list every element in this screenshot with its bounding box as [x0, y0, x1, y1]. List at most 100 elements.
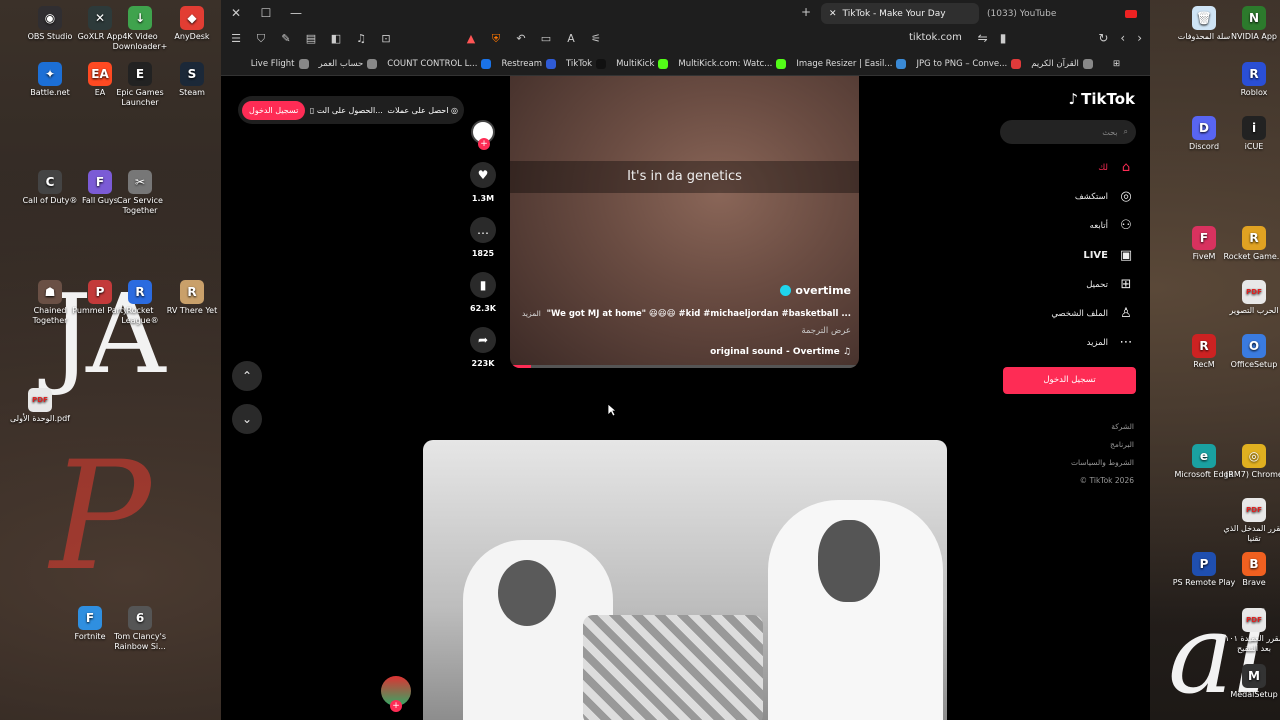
- nav-item[interactable]: لك ⌂: [1098, 160, 1134, 175]
- desktop-icon[interactable]: PDF الحرب التصوير: [1222, 280, 1280, 316]
- comment-icon[interactable]: …: [470, 217, 496, 243]
- bookmark-item[interactable]: Live Flight: [251, 58, 309, 69]
- pin-icon[interactable]: ✎: [279, 32, 293, 46]
- bookmark-item[interactable]: COUNT CONTROL L...: [387, 58, 492, 69]
- favicon-icon: [546, 58, 556, 69]
- desktop-icon[interactable]: O OfficeSetup: [1222, 334, 1280, 370]
- video-player-1[interactable]: It's in da genetics overtime المزيد "We …: [510, 76, 859, 368]
- nav-item[interactable]: الملف الشخصي ♙: [1051, 306, 1134, 321]
- footer-link[interactable]: الشروط والسياسات: [1071, 458, 1134, 467]
- next-video-icon[interactable]: ⌄: [232, 404, 262, 434]
- bookmark-item[interactable]: TikTok: [566, 58, 607, 69]
- follow-plus-icon[interactable]: +: [390, 700, 402, 712]
- screenshot-icon[interactable]: ⊡: [379, 32, 393, 46]
- bookmark-item[interactable]: JPG to PNG – Conve...: [916, 58, 1022, 69]
- apps-grid-icon[interactable]: ⊞: [1113, 59, 1120, 69]
- tab-tiktok[interactable]: ✕ TikTok - Make Your Day: [821, 3, 979, 24]
- video-progress[interactable]: [510, 365, 859, 368]
- menu-icon[interactable]: ☰: [229, 32, 243, 46]
- footer-link[interactable]: © TikTok 2026: [1080, 476, 1134, 485]
- desktop-icon[interactable]: 6 Tom Clancy's Rainbow Si...: [108, 606, 172, 652]
- nav-item[interactable]: استكشف ◎: [1075, 189, 1134, 204]
- search-placeholder: بحث: [1102, 127, 1118, 137]
- get-coins-button[interactable]: احصل على عملات ◎: [387, 106, 458, 115]
- tiktok-logo[interactable]: ♪ TikTok: [1069, 90, 1135, 108]
- search-icon[interactable]: ⌕: [1124, 127, 1128, 137]
- reload-icon[interactable]: ↻: [1098, 31, 1108, 45]
- like-icon[interactable]: ♥: [470, 162, 496, 188]
- nav-item[interactable]: أتابعه ⚇: [1090, 218, 1134, 233]
- share-count: 223K: [471, 359, 495, 368]
- brave-rewards-icon[interactable]: ▲: [464, 32, 478, 46]
- app-icon: PDF: [28, 388, 52, 412]
- translate-link[interactable]: عرض الترجمة: [801, 326, 851, 336]
- footer-link[interactable]: البرنامج: [1110, 440, 1134, 449]
- bookmark-item[interactable]: Image Resizer | Easil...: [796, 58, 907, 69]
- new-tab-icon[interactable]: +: [801, 5, 811, 19]
- close-tab-icon[interactable]: ✕: [829, 9, 837, 19]
- desktop-icon[interactable]: i iCUE: [1222, 116, 1280, 152]
- desktop-icon[interactable]: S Steam: [160, 62, 224, 98]
- desktop-icon[interactable]: M MedalSetup: [1222, 664, 1280, 700]
- video-figure: [498, 560, 556, 626]
- bookmark-item[interactable]: Restream: [501, 58, 556, 69]
- music-icon[interactable]: ♫: [354, 32, 368, 46]
- video-player-2[interactable]: [423, 440, 947, 720]
- bookmark-item[interactable]: القرآن الكريم: [1031, 58, 1093, 69]
- video-sound[interactable]: original sound - Overtime ♫: [710, 347, 851, 357]
- desktop-icon[interactable]: R RV There Yet: [160, 280, 224, 316]
- favicon-icon: [896, 58, 907, 69]
- nav-item[interactable]: المزيد ⋯: [1087, 335, 1134, 350]
- translate-icon[interactable]: A: [564, 32, 578, 46]
- minimize-window-icon[interactable]: —: [281, 6, 311, 20]
- desktop-icon[interactable]: B Brave: [1222, 552, 1280, 588]
- close-window-icon[interactable]: ✕: [221, 6, 251, 20]
- cast-icon[interactable]: ▭: [539, 32, 553, 46]
- nav-item[interactable]: LIVE ▣: [1083, 248, 1134, 263]
- video-actions: + ♥ 1.3M … 1825 ▮ 62.3K ➦ 223K: [469, 120, 497, 382]
- app-icon: R: [128, 280, 152, 304]
- desktop-icon[interactable]: ◎ (RM7) Chrome: [1222, 444, 1280, 480]
- desktop-icon[interactable]: R Rocket Game...: [1222, 226, 1280, 262]
- tab-title: (1033) YouTube: [987, 8, 1057, 19]
- sidebar-icon[interactable]: ◧: [329, 32, 343, 46]
- desktop-icon[interactable]: PDF الوحدة الأولى.pdf: [8, 388, 72, 424]
- bookmark-item[interactable]: MultiKick: [616, 58, 669, 69]
- address-bar[interactable]: tiktok.com: [909, 32, 962, 43]
- site-settings-icon[interactable]: ⇋: [978, 31, 988, 45]
- sidebar-login-button[interactable]: تسجيل الدخول: [1003, 367, 1136, 394]
- video-username[interactable]: overtime: [780, 284, 851, 297]
- desktop-icon[interactable]: N NVIDIA App: [1222, 6, 1280, 42]
- maximize-window-icon[interactable]: ☐: [251, 6, 281, 20]
- desktop-icon[interactable]: ✂ Car Service Together: [108, 170, 172, 216]
- desktop-icon[interactable]: ◆ AnyDesk: [160, 6, 224, 42]
- get-app-button[interactable]: ▯ الحصول على الت...: [310, 106, 383, 115]
- previous-video-icon[interactable]: ⌃: [232, 361, 262, 391]
- bookmark-item[interactable]: MultiKick.com: Watc...: [678, 58, 787, 69]
- forward-icon[interactable]: ›: [1137, 31, 1142, 45]
- bookmark-item[interactable]: حساب العمر: [319, 58, 378, 69]
- bookmark-icon[interactable]: ▮: [1000, 31, 1007, 45]
- creator-avatar-2[interactable]: +: [381, 676, 411, 712]
- shield-icon[interactable]: ⛉: [254, 32, 268, 46]
- desktop-icon[interactable]: PDF مقرر العقيدة ١٠١ بعد التنقيح: [1222, 608, 1280, 654]
- tab-youtube[interactable]: (1033) YouTube: [987, 3, 1137, 24]
- desktop-icon[interactable]: R Roblox: [1222, 62, 1280, 98]
- creator-avatar[interactable]: +: [471, 120, 495, 150]
- search-input[interactable]: بحث ⌕: [1000, 120, 1136, 144]
- share-icon[interactable]: ➦: [470, 327, 496, 353]
- desktop-icon-label: NVIDIA App: [1231, 32, 1277, 41]
- brave-shield-icon[interactable]: ⛨: [489, 32, 503, 46]
- reader-icon[interactable]: ⚟: [589, 32, 603, 46]
- nav-item[interactable]: تحميل ⊞: [1086, 277, 1134, 292]
- more-link[interactable]: المزيد: [522, 309, 541, 318]
- desktop-icon[interactable]: PDF مقرر المدخل الذي تقنيا: [1222, 498, 1280, 544]
- footer-link[interactable]: الشركة: [1111, 422, 1134, 431]
- back-history-icon[interactable]: ↶: [514, 32, 528, 46]
- nav-icon: ♙: [1120, 306, 1132, 321]
- follow-plus-icon[interactable]: +: [478, 138, 490, 150]
- wallet-icon[interactable]: ▤: [304, 32, 318, 46]
- top-login-button[interactable]: تسجيل الدخول: [242, 100, 306, 120]
- save-icon[interactable]: ▮: [470, 272, 496, 298]
- back-icon[interactable]: ‹: [1120, 31, 1125, 45]
